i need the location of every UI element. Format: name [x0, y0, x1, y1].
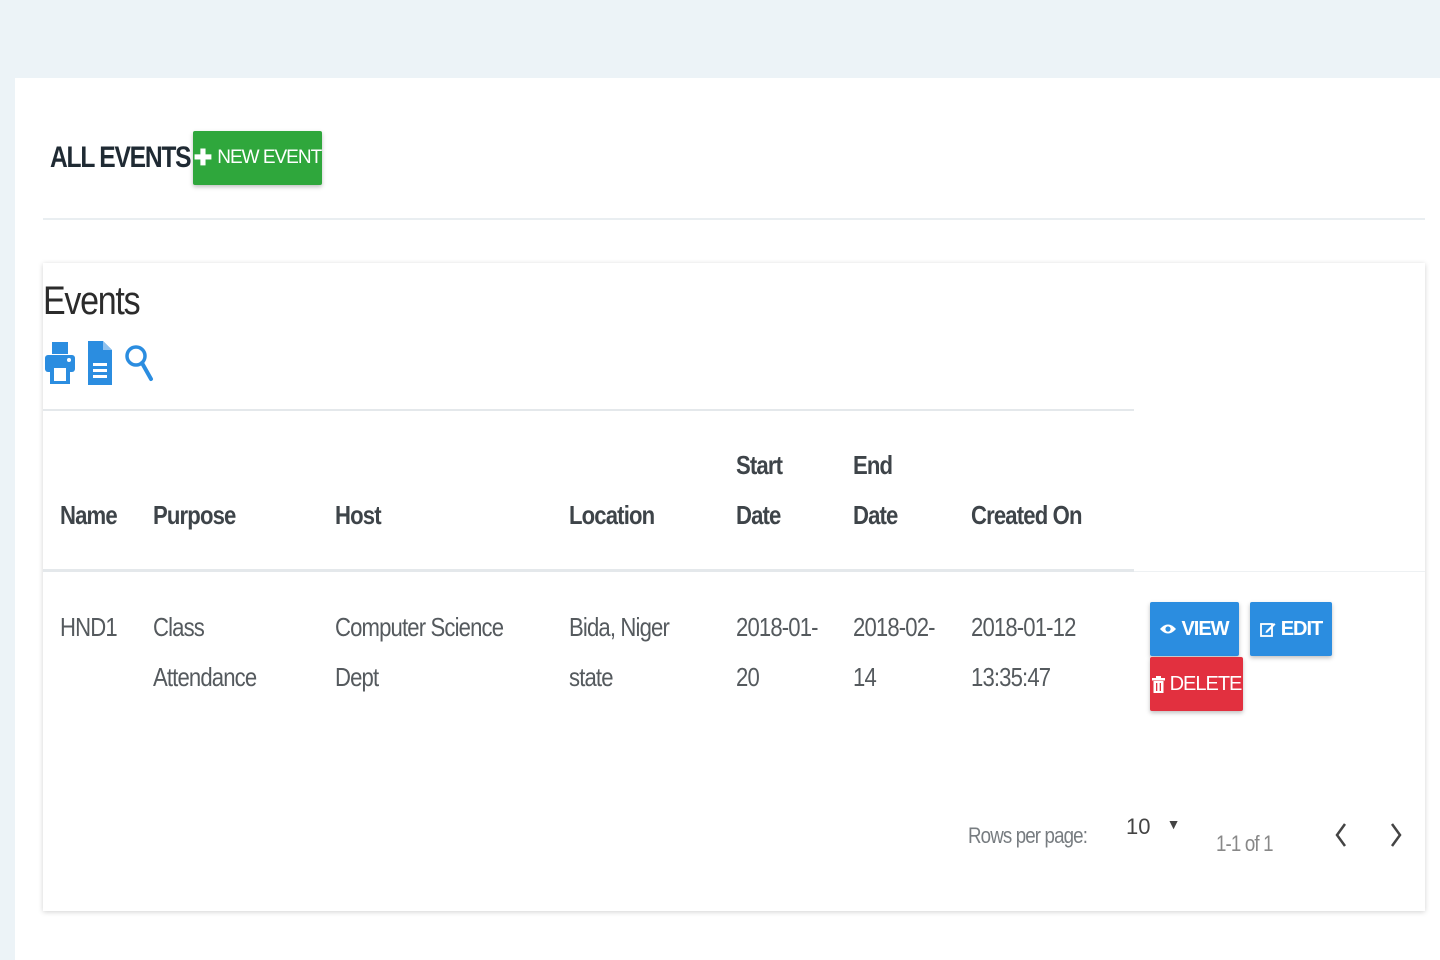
rows-per-page-value: 10	[1126, 814, 1151, 839]
column-header-created-on[interactable]: Created On	[971, 490, 1082, 540]
column-header-location[interactable]: Location	[569, 490, 655, 540]
column-header-name[interactable]: Name	[60, 490, 118, 540]
edit-label: EDIT	[1280, 617, 1324, 640]
cell-created-on-line2: 13:35:47	[971, 662, 1051, 692]
file-icon[interactable]	[85, 341, 115, 385]
trash-icon	[1151, 675, 1165, 693]
pagination-range: 1-1 of 1	[1216, 831, 1273, 856]
search-icon[interactable]	[125, 341, 155, 385]
table-top-divider	[43, 409, 1134, 411]
cell-name: HND1	[60, 612, 118, 642]
caret-down-icon: ▼	[1166, 816, 1181, 832]
cell-host-line2: Dept	[335, 662, 379, 692]
edit-icon	[1259, 623, 1276, 637]
cell-end-date-line2: 14	[853, 662, 877, 692]
view-button[interactable]: VIEW	[1150, 602, 1239, 656]
new-event-label: NEW EVENT	[217, 147, 322, 168]
cell-host-line1: Computer Science	[335, 612, 504, 642]
cell-purpose-line2: Attendance	[153, 662, 257, 692]
column-header-purpose[interactable]: Purpose	[153, 490, 236, 540]
rows-per-page-label: Rows per page:	[968, 823, 1088, 848]
column-header-start-date-line1[interactable]: Start	[736, 440, 783, 490]
column-header-host[interactable]: Host	[335, 490, 382, 540]
cell-start-date-line1: 2018-01-	[736, 612, 819, 642]
table-title: Events	[43, 279, 141, 323]
cell-created-on-line1: 2018-01-12	[971, 612, 1076, 642]
delete-label: DELETE	[1169, 672, 1243, 695]
next-page-button[interactable]	[1381, 815, 1411, 855]
column-header-end-date-line2[interactable]: Date	[853, 490, 898, 540]
cell-end-date-line1: 2018-02-	[853, 612, 936, 642]
page-title: ALL EVENTS	[50, 141, 192, 174]
chevron-right-icon	[1390, 823, 1402, 847]
cell-start-date-line2: 20	[736, 662, 760, 692]
page-header: ALL EVENTS ✚ NEW EVENT	[50, 131, 322, 185]
column-header-start-date-line2[interactable]: Date	[736, 490, 781, 540]
print-icon[interactable]	[45, 341, 75, 385]
column-header-end-date-line1[interactable]: End	[853, 440, 893, 490]
cell-location-line2: state	[569, 662, 614, 692]
cell-location-line1: Bida, Niger	[569, 612, 670, 642]
table-toolbar	[45, 341, 155, 385]
view-label: VIEW	[1181, 617, 1229, 640]
eye-icon	[1160, 624, 1177, 634]
rows-per-page-select[interactable]: 10 ▼	[1126, 814, 1180, 840]
plus-icon: ✚	[193, 145, 212, 170]
delete-button[interactable]: DELETE	[1150, 657, 1243, 711]
chevron-left-icon	[1335, 823, 1347, 847]
cell-purpose-line1: Class	[153, 612, 205, 642]
edit-button[interactable]: EDIT	[1250, 602, 1332, 656]
header-divider	[43, 218, 1425, 220]
events-table-card: Events Name Purpose Host Location Start …	[43, 263, 1425, 911]
header-bottom-divider	[43, 569, 1134, 572]
previous-page-button[interactable]	[1326, 815, 1356, 855]
new-event-button[interactable]: ✚ NEW EVENT	[193, 131, 322, 185]
header-bottom-divider-extension	[1134, 571, 1425, 572]
